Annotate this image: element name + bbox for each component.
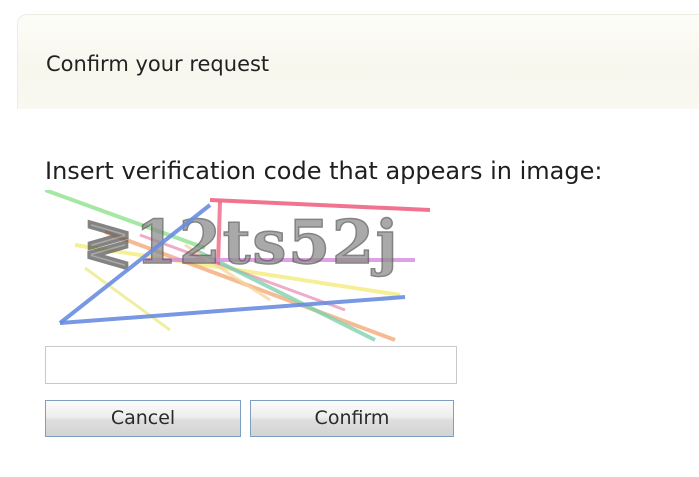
verification-code-input[interactable] [45, 346, 457, 384]
dialog-header: Confirm your request [17, 14, 699, 109]
confirm-button[interactable]: Confirm [250, 400, 454, 437]
dialog-title: Confirm your request [46, 52, 270, 76]
cancel-button[interactable]: Cancel [45, 400, 241, 437]
verification-instruction: Insert verification code that appears in… [45, 157, 603, 185]
captcha-noise-line [59, 295, 406, 325]
captcha-image: ≷12ts52j [45, 190, 431, 342]
